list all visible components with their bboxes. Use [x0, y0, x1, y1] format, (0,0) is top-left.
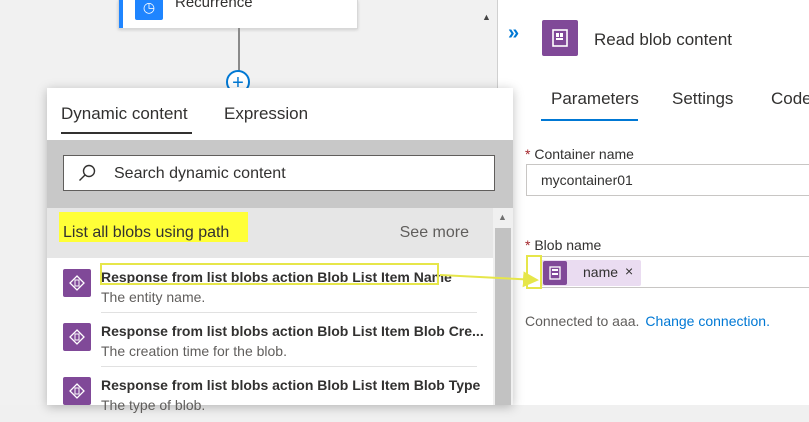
expand-chevron-icon[interactable]: » [508, 22, 519, 45]
connection-status: Connected to aaa. Change connection. [525, 313, 770, 329]
card-accent-bar [119, 0, 123, 28]
required-mark: * [525, 146, 531, 162]
remove-token-button[interactable]: × [625, 263, 633, 279]
search-icon [79, 164, 96, 181]
section-title: List all blobs using path [63, 224, 230, 241]
list-item[interactable]: Response from list blobs action Blob Lis… [47, 368, 493, 422]
dynamic-content-panel: Dynamic content Expression List all blob… [47, 88, 513, 413]
flow-connector [238, 28, 240, 74]
tab-parameters[interactable]: Parameters [551, 89, 639, 109]
list-item[interactable]: Response from list blobs action Blob Lis… [47, 314, 493, 368]
item-description: The entity name. [101, 289, 206, 305]
blob-icon [63, 323, 91, 351]
tab-dynamic-content[interactable]: Dynamic content [61, 104, 188, 124]
scroll-up-arrow-icon[interactable]: ▲ [482, 12, 492, 22]
search-input[interactable] [112, 163, 476, 185]
dynamic-token-name[interactable]: name × [541, 260, 641, 286]
change-connection-link[interactable]: Change connection. [645, 313, 770, 329]
blob-name-label-text: Blob name [534, 237, 602, 253]
required-mark: * [525, 237, 531, 253]
scroll-up-arrow-icon[interactable]: ▲ [498, 212, 507, 222]
token-label: name [583, 264, 619, 280]
item-title: Response from list blobs action Blob Lis… [101, 323, 484, 339]
item-title: Response from list blobs action Blob Lis… [101, 377, 481, 393]
active-tab-indicator [541, 119, 638, 121]
container-name-label-text: Container name [534, 146, 634, 162]
clock-icon: ◷ [135, 0, 163, 20]
container-name-field[interactable]: mycontainer01 [526, 164, 809, 196]
action-title: Read blob content [594, 30, 732, 49]
list-divider [101, 312, 477, 313]
container-name-value: mycontainer01 [541, 172, 633, 188]
see-more-link[interactable]: See more [400, 224, 469, 242]
action-details-panel: » Read blob content Parameters Settings … [498, 0, 809, 405]
item-description: The creation time for the blob. [101, 343, 287, 359]
search-band [47, 140, 513, 208]
blob-icon [63, 377, 91, 405]
recurrence-card-title: Recurrence [175, 0, 253, 11]
scrollbar-thumb[interactable] [495, 228, 511, 405]
tab-code[interactable]: Code [771, 89, 809, 109]
recurrence-card[interactable]: ◷ Recurrence [118, 0, 358, 29]
connection-text: Connected to aaa. [525, 313, 640, 329]
blob-icon [63, 269, 91, 297]
tab-expression[interactable]: Expression [224, 104, 308, 124]
section-header: List all blobs using path See more [47, 208, 493, 258]
highlight-callout-box [100, 263, 439, 285]
token-blob-icon [543, 261, 567, 285]
blob-name-field[interactable]: name × [526, 256, 809, 288]
dynamic-content-tabs: Dynamic content Expression [47, 88, 513, 140]
active-tab-indicator [61, 132, 192, 134]
item-description: The type of blob. [101, 397, 206, 413]
search-box[interactable] [63, 155, 495, 191]
blob-name-label: * Blob name [525, 237, 601, 253]
blob-action-icon [542, 20, 578, 56]
container-name-label: * Container name [525, 146, 634, 162]
list-divider [101, 366, 477, 367]
list-scrollbar[interactable]: ▲ [493, 208, 513, 405]
tab-settings[interactable]: Settings [672, 89, 733, 109]
